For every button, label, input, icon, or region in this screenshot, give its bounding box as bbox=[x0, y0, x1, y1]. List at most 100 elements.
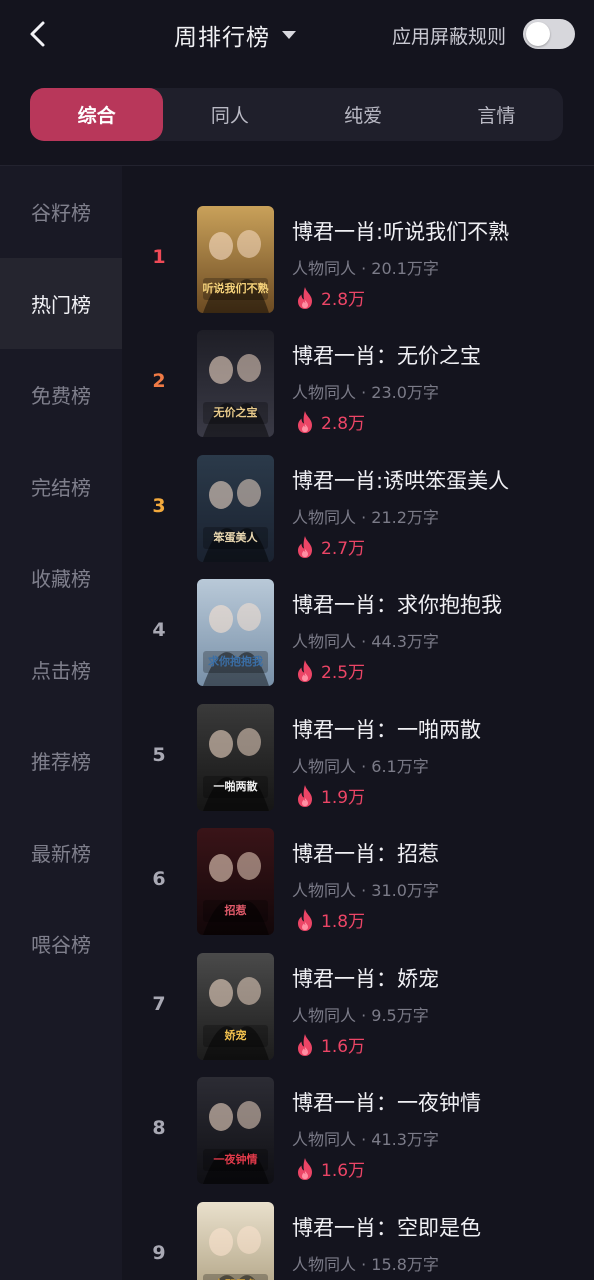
heat-score: 1.6万 bbox=[294, 1032, 365, 1057]
book-ranking-list: 1 听说我们不熟 博君一肖:听说我们不熟人物同人 · 20.1万字 2.8万 2 无价之宝… bbox=[122, 166, 594, 1280]
book-title: 博君一肖：无价之宝 bbox=[292, 344, 481, 368]
book-list-item[interactable]: 1 听说我们不熟 博君一肖:听说我们不熟人物同人 · 20.1万字 2.8万 bbox=[122, 206, 594, 316]
cover-title-text: 听说我们不熟 bbox=[202, 282, 269, 295]
rank-number: 8 bbox=[152, 1117, 166, 1139]
cover-title-text: 无价之宝 bbox=[213, 406, 258, 419]
flame-icon bbox=[298, 784, 312, 807]
flame-icon bbox=[298, 659, 312, 682]
book-title: 博君一肖:听说我们不熟 bbox=[292, 220, 510, 244]
top-bar: 周排行榜 应用屏蔽规则 bbox=[0, 0, 594, 70]
cover-title-text: 一夜钟情 bbox=[213, 1153, 258, 1166]
chevron-left-icon bbox=[30, 21, 45, 47]
tab-tongren[interactable]: 同人 bbox=[163, 88, 296, 141]
ranking-period-dropdown[interactable]: 周排行榜 bbox=[174, 16, 296, 54]
flame-icon bbox=[298, 410, 312, 433]
rank-number: 2 bbox=[152, 370, 166, 392]
tab-chunai[interactable]: 纯爱 bbox=[297, 88, 430, 141]
sidebar-item-recommend[interactable]: 推荐榜 bbox=[0, 715, 122, 807]
book-list-item[interactable]: 2 无价之宝 博君一肖：无价之宝人物同人 · 23.0万字 2.8万 bbox=[122, 330, 594, 440]
heat-value: 1.9万 bbox=[321, 788, 366, 808]
book-cover[interactable]: 听说我们不熟 bbox=[197, 206, 274, 313]
book-cover[interactable]: 招惹 bbox=[197, 828, 274, 935]
flame-icon bbox=[298, 286, 312, 309]
sidebar-item-guzi[interactable]: 谷籽榜 bbox=[0, 166, 122, 258]
rank-number: 6 bbox=[152, 868, 166, 890]
book-list-item[interactable]: 3 笨蛋美人 博君一肖:诱哄笨蛋美人人物同人 · 21.2万字 2.7万 bbox=[122, 455, 594, 565]
tab-yanqing[interactable]: 言情 bbox=[430, 88, 563, 141]
heat-score: 1.8万 bbox=[294, 907, 365, 932]
heat-value: 2.7万 bbox=[321, 539, 366, 559]
book-list-item[interactable]: 4 求你抱抱我 博君一肖：求你抱抱我人物同人 · 44.3万字 2.5万 bbox=[122, 579, 594, 689]
cover-title-text: 娇宠 bbox=[224, 1029, 247, 1042]
cover-title-text: 求你抱抱我 bbox=[208, 655, 263, 668]
book-title: 博君一肖：娇宠 bbox=[292, 967, 439, 991]
heat-value: 1.8万 bbox=[321, 912, 366, 932]
heat-score: 2.5万 bbox=[294, 658, 365, 683]
book-title: 博君一肖：一啪两散 bbox=[292, 718, 481, 742]
book-cover[interactable]: 笨蛋美人 bbox=[197, 455, 274, 562]
book-title: 博君一肖:诱哄笨蛋美人 bbox=[292, 469, 510, 493]
book-meta: 人物同人 · 6.1万字 bbox=[292, 757, 429, 776]
flame-icon bbox=[298, 908, 312, 931]
book-meta: 人物同人 · 44.3万字 bbox=[292, 632, 439, 651]
book-meta: 人物同人 · 20.1万字 bbox=[292, 259, 439, 278]
cover-title-text: 空即是色 bbox=[199, 1276, 272, 1280]
back-button[interactable] bbox=[18, 14, 58, 54]
book-title: 博君一肖：空即是色 bbox=[292, 1216, 481, 1240]
book-meta: 人物同人 · 23.0万字 bbox=[292, 383, 439, 402]
sidebar-item-newest[interactable]: 最新榜 bbox=[0, 807, 122, 899]
sidebar-item-finished[interactable]: 完结榜 bbox=[0, 441, 122, 533]
flame-icon bbox=[298, 535, 312, 558]
cover-title-text: 笨蛋美人 bbox=[213, 531, 258, 544]
cover-title-text: 一啪两散 bbox=[213, 780, 258, 793]
rank-number: 9 bbox=[152, 1242, 166, 1264]
book-list-item[interactable]: 9 空即是色 博君一肖：空即是色人物同人 · 15.8万字 bbox=[122, 1202, 594, 1280]
book-meta: 人物同人 · 31.0万字 bbox=[292, 881, 439, 900]
book-cover[interactable]: 一夜钟情 bbox=[197, 1077, 274, 1184]
toggle-knob bbox=[526, 22, 550, 46]
book-list-item[interactable]: 6 招惹 博君一肖：招惹人物同人 · 31.0万字 1.8万 bbox=[122, 828, 594, 938]
block-rule-label: 应用屏蔽规则 bbox=[392, 26, 507, 48]
book-cover[interactable]: 求你抱抱我 bbox=[197, 579, 274, 686]
book-meta: 人物同人 · 41.3万字 bbox=[292, 1130, 439, 1149]
book-cover[interactable]: 空即是色 bbox=[197, 1202, 274, 1280]
rank-number: 1 bbox=[152, 246, 166, 268]
book-cover[interactable]: 娇宠 bbox=[197, 953, 274, 1060]
sidebar-item-free[interactable]: 免费榜 bbox=[0, 349, 122, 441]
rank-number: 7 bbox=[152, 993, 166, 1015]
page-title: 周排行榜 bbox=[174, 25, 270, 51]
sidebar-item-hot[interactable]: 热门榜 bbox=[0, 257, 122, 349]
book-meta: 人物同人 · 9.5万字 bbox=[292, 1006, 429, 1025]
category-tabs: 综合 同人 纯爱 言情 bbox=[30, 88, 563, 141]
book-cover[interactable]: 一啪两散 bbox=[197, 704, 274, 811]
sidebar-item-feed[interactable]: 喂谷榜 bbox=[0, 898, 122, 990]
heat-score: 2.8万 bbox=[294, 409, 365, 434]
book-list-item[interactable]: 5 一啪两散 博君一肖：一啪两散 人物同人 · 6.1万字 1.9万 bbox=[122, 704, 594, 814]
heat-value: 2.8万 bbox=[321, 414, 366, 434]
book-title: 博君一肖：一夜钟情 bbox=[292, 1091, 481, 1115]
flame-icon bbox=[298, 1033, 312, 1056]
caret-down-icon bbox=[282, 31, 296, 39]
book-meta: 人物同人 · 21.2万字 bbox=[292, 508, 439, 527]
block-rule-toggle[interactable] bbox=[523, 19, 575, 49]
heat-value: 1.6万 bbox=[321, 1037, 366, 1057]
heat-score: 1.9万 bbox=[294, 783, 365, 808]
heat-score: 2.7万 bbox=[294, 534, 365, 559]
heat-value: 2.5万 bbox=[321, 663, 366, 683]
rank-number: 4 bbox=[152, 619, 166, 641]
book-list-item[interactable]: 7 娇宠 博君一肖：娇宠人物同人 · 9.5万字 1.6万 bbox=[122, 953, 594, 1063]
book-meta: 人物同人 · 15.8万字 bbox=[292, 1255, 439, 1274]
tab-zonghe[interactable]: 综合 bbox=[30, 88, 164, 141]
flame-icon bbox=[298, 1157, 312, 1180]
heat-value: 2.8万 bbox=[321, 290, 366, 310]
sidebar-item-clicks[interactable]: 点击榜 bbox=[0, 624, 122, 716]
book-title: 博君一肖：招惹 bbox=[292, 842, 439, 866]
book-cover[interactable]: 无价之宝 bbox=[197, 330, 274, 437]
book-title: 博君一肖：求你抱抱我 bbox=[292, 593, 502, 617]
book-list-item[interactable]: 8 一夜钟情 博君一肖：一夜钟情人物同人 · 41.3万字 1.6万 bbox=[122, 1077, 594, 1187]
heat-score: 1.6万 bbox=[294, 1156, 365, 1181]
heat-score: 2.8万 bbox=[294, 285, 365, 310]
sidebar-item-favorites[interactable]: 收藏榜 bbox=[0, 532, 122, 624]
heat-value: 1.6万 bbox=[321, 1161, 366, 1181]
rank-number: 3 bbox=[152, 495, 166, 517]
